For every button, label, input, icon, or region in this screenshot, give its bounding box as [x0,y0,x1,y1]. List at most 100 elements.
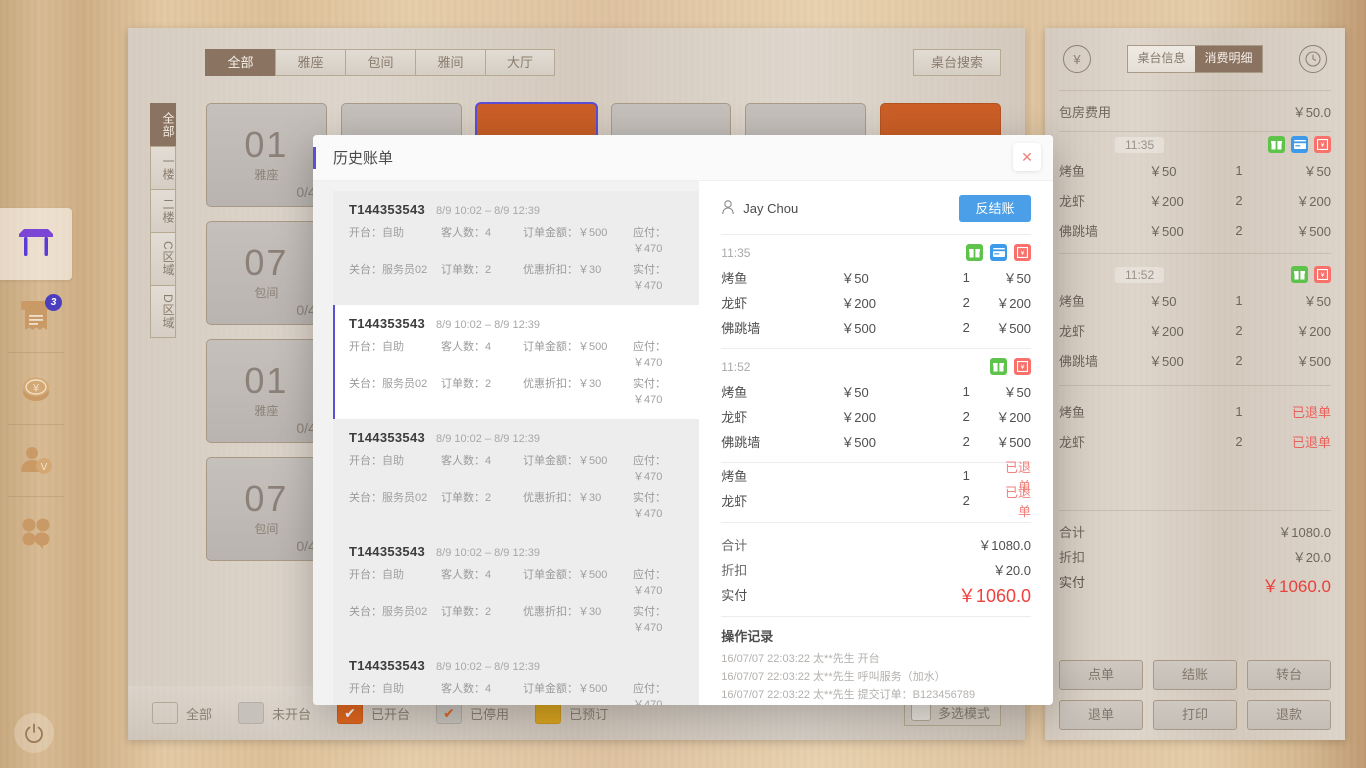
item-name: 龙虾 [1059,323,1086,339]
history-bill-dialog: 历史账单 ✕ T144353543 8/9 10:02 – 8/9 12:39 开台… [313,135,1053,705]
legend-swatch[interactable]: ✔ [337,702,364,724]
bill-totals: 合计 ￥1080.0 折扣 ￥20.0 实付 ￥1060.0 [721,522,1031,617]
bill-card-fields: 开台：自助客人数：4订单金额：￥500应付：￥470关台：服务员02订单数：2优… [349,680,689,705]
legend-item-0[interactable]: 全部 [152,702,212,724]
table-card[interactable]: 01 雅座 0/4 [206,339,327,443]
table-card[interactable]: 07 包间 0/4 [206,221,327,325]
bill-card-head: T144353543 8/9 10:02 – 8/9 12:39 [349,658,689,673]
detail-order-time: 11:52 [721,359,751,374]
sidebar-item-orders[interactable]: 3 [0,280,72,352]
search-table-button[interactable]: 桌台搜索 [913,49,1001,76]
bill-card[interactable]: T144353543 8/9 10:02 – 8/9 12:39 开台：自助 客人数：… [333,305,700,419]
bill-card[interactable]: T144353543 8/9 10:02 – 8/9 12:39 开台：自助 客人数：… [333,647,700,705]
bill-list[interactable]: T144353543 8/9 10:02 – 8/9 12:39 开台：自助 客人数：… [313,181,700,705]
room-type-tab-1[interactable]: 雅座 [275,49,345,76]
zone-button-4[interactable]: D区域 [150,284,176,339]
panel-action-4[interactable]: 打印 [1153,700,1237,730]
legend-item-4[interactable]: 已预订 [535,702,608,724]
dialog-accent-bar [313,147,316,169]
field-discount: 优惠折扣：￥30 [523,492,602,504]
item-sum: ￥50 [1303,163,1331,179]
panel-action-1[interactable]: 结账 [1153,660,1237,690]
clock-icon[interactable] [1299,45,1327,73]
field-close: 关台：服务员02 [349,264,428,276]
multiselect-checkbox[interactable] [910,703,931,721]
bill-card[interactable]: T144353543 8/9 10:02 – 8/9 12:39 开台：自助 客人数：… [333,533,700,647]
power-button[interactable] [14,713,54,753]
table-number: 01 [244,124,289,165]
order-time: 11:52 [1115,266,1165,283]
coupon-icon: ¥ [1014,244,1031,261]
total-value: ￥1080.0 [1278,525,1331,540]
operation-log-lines: 16/07/07 22:03:22 太**先生 开台 16/07/07 22:03… [721,650,1031,704]
legend-swatch[interactable] [535,702,562,724]
reverse-settle-button[interactable]: 反结账 [959,195,1031,222]
field-discount: 优惠折扣：￥30 [523,378,602,390]
group-divider [1059,253,1331,254]
item-price: ￥500 [1149,353,1184,369]
detail-group-header: 11:52 ¥ [721,349,1031,379]
panel-action-2[interactable]: 转台 [1247,660,1331,690]
zone-button-2[interactable]: 二楼 [150,189,176,232]
right-panel-items: 11:35 ¥ 烤鱼 ￥50 1 ￥50 龙虾 ￥200 2 ￥200 佛跳墙 ￥500 2 ￥500 11… [1045,132,1345,456]
bill-id: T144353543 [349,316,426,331]
legend-item-1[interactable]: 未开台 [238,702,311,724]
field-guests: 客人数：4 [441,683,492,695]
total-label: 折扣 [1059,550,1086,565]
room-type-tab-4[interactable]: 大厅 [485,49,555,76]
panel-action-5[interactable]: 退款 [1247,700,1331,730]
room-type-tab-0[interactable]: 全部 [205,49,275,76]
legend-swatch[interactable]: ✔ [436,702,463,724]
item-qty: 1 [1235,162,1243,178]
field-payable: 应付：￥470 [633,683,666,705]
tab-table-info[interactable]: 桌台信息 [1128,46,1195,72]
total-label: 实付 [1059,575,1086,590]
zone-button-3[interactable]: C区域 [150,232,176,285]
panel-action-3[interactable]: 退单 [1059,700,1143,730]
field-amount: 订单金额：￥500 [523,341,608,353]
sidebar-item-members[interactable]: V [0,424,72,496]
sidebar-item-tables[interactable] [0,208,72,280]
panel-action-0[interactable]: 点单 [1059,660,1143,690]
item-name: 烤鱼 [1059,163,1086,179]
item-refund-status: 已退单 [1004,484,1031,519]
total-row: 合计 ￥1080.0 [1045,519,1345,544]
bill-card-fields: 开台：自助客人数：4订单金额：￥500应付：￥470关台：服务员02订单数：2优… [349,566,689,635]
table-card[interactable]: 01 雅座 0/4 [206,103,327,207]
sidebar-item-cashier[interactable]: ¥ [0,352,72,424]
coupon-icon: ¥ [1314,266,1331,283]
field-discount: 优惠折扣：￥30 [523,264,602,276]
member-icon: V [21,447,52,474]
field-guests: 客人数：4 [441,341,492,353]
legend-swatch[interactable] [152,702,178,724]
legend-swatch[interactable] [238,702,265,724]
legend-label: 全部 [186,706,213,722]
table-card[interactable]: 07 包间 0/4 [206,457,327,561]
bill-id: T144353543 [349,658,426,673]
operation-log: 操作记录 16/07/07 22:03:22 太**先生 开台 16/07/07 … [721,617,1031,704]
item-qty: 2 [962,493,970,508]
zone-button-0[interactable]: 全部 [150,103,176,146]
item-qty: 2 [962,320,970,335]
operation-log-line-2: 16/07/07 22:03:22 太**先生 提交订单：B123456789 [721,689,976,701]
zone-button-1[interactable]: 一楼 [150,146,176,189]
bill-card[interactable]: T144353543 8/9 10:02 – 8/9 12:39 开台：自助 客人数：… [333,419,700,533]
yen-icon[interactable]: ¥ [1063,45,1091,73]
bill-card-fields: 开台：自助客人数：4订单金额：￥500应付：￥470关台：服务员02订单数：2优… [349,224,689,293]
item-sum: ￥200 [996,410,1031,425]
order-badges: ¥ [1291,266,1331,283]
bill-card[interactable]: T144353543 8/9 10:02 – 8/9 12:39 开台：自助 客人数：… [333,191,700,305]
sidebar-item-apps[interactable] [0,496,72,568]
room-type-tab-2[interactable]: 包间 [345,49,415,76]
item-sum: ￥500 [1296,223,1331,239]
tab-consumption-detail[interactable]: 消费明细 [1195,46,1262,72]
room-type-tab-3[interactable]: 雅间 [415,49,485,76]
close-icon[interactable]: ✕ [1013,143,1041,171]
right-panel-totals: 合计 ￥1080.0 折扣 ￥20.0 实付 ￥1060.0 [1045,510,1345,600]
legend-item-3[interactable]: ✔ 已停用 [436,702,509,724]
item-name: 佛跳墙 [721,435,761,450]
card-icon [990,244,1007,261]
item-sum: ￥500 [996,321,1031,336]
detail-refunded-row: 龙虾 2 已退单 [721,485,1031,519]
legend-item-2[interactable]: ✔ 已开台 [337,702,410,724]
